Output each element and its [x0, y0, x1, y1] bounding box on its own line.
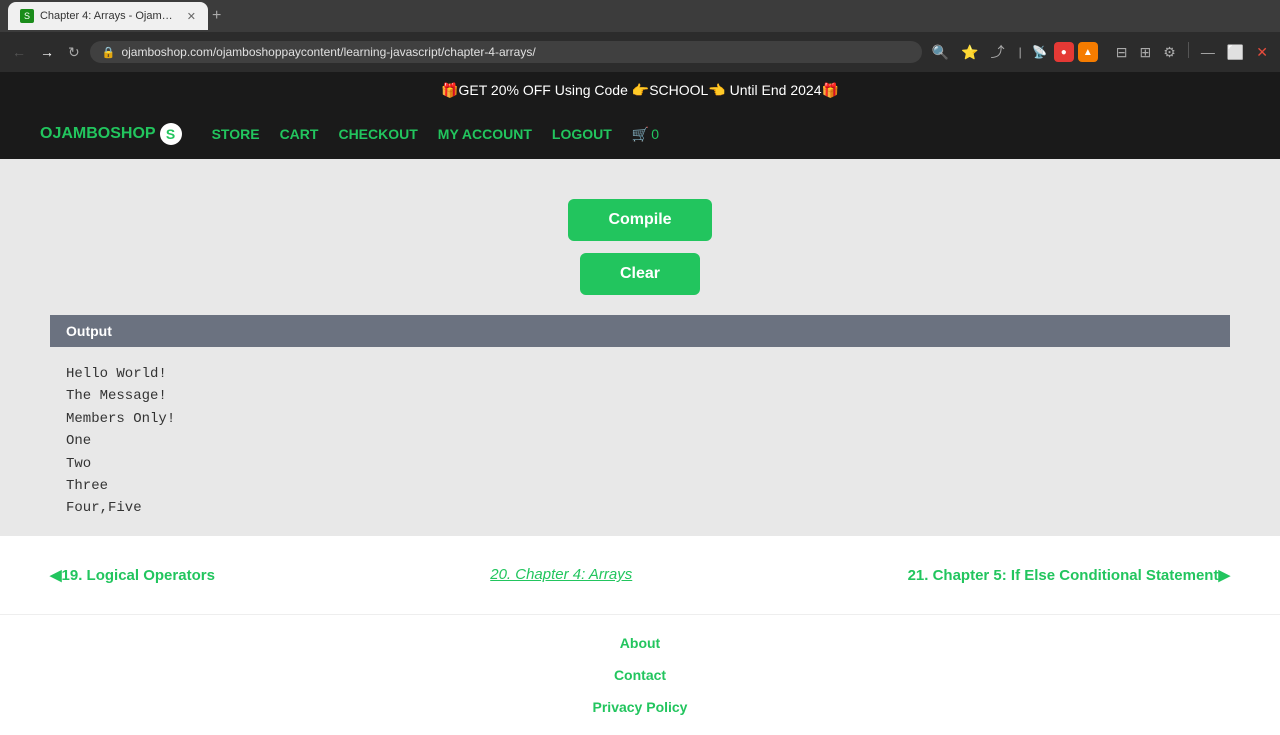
url-bar[interactable]: 🔒 ojamboshop.com/ojamboshoppaycontent/le… [90, 41, 922, 63]
footer-privacy[interactable]: Privacy Policy [593, 699, 688, 715]
current-chapter-link[interactable]: 20. Chapter 4: Arrays [490, 566, 632, 583]
output-body: Hello World! The Message! Members Only! … [50, 347, 1230, 536]
settings-btn[interactable]: ⚙ [1159, 42, 1180, 63]
address-bar: ← → ↻ 🔒 ojamboshop.com/ojamboshoppaycont… [0, 32, 1280, 72]
browser-actions: 🔍 ⭐ ⤴ [928, 40, 1009, 64]
output-line-1: Hello World! [66, 363, 1214, 385]
output-line-4: One [66, 430, 1214, 452]
footer: About Contact Privacy Policy [0, 614, 1280, 735]
maximize-btn[interactable]: ⬜ [1223, 42, 1248, 63]
new-tab-button[interactable]: + [212, 8, 221, 24]
lock-icon: 🔒 [102, 46, 116, 59]
prev-chapter-link[interactable]: ◀19. Logical Operators [50, 566, 215, 584]
url-text: ojamboshop.com/ojamboshoppaycontent/lear… [121, 45, 535, 59]
nav-links: STORE CART CHECKOUT MY ACCOUNT LOGOUT [212, 126, 612, 142]
nav-logo-text: OJAMBOSHOP [40, 125, 156, 143]
clear-button[interactable]: Clear [580, 253, 700, 295]
close-btn[interactable]: ✕ [1252, 42, 1272, 63]
promo-bar: 🎁GET 20% OFF Using Code 👉SCHOOL👈 Until E… [0, 72, 1280, 109]
cart-icon: 🛒 [632, 126, 649, 143]
browser-chrome: S Chapter 4: Arrays - Ojamb... ✕ + ← → ↻… [0, 0, 1280, 72]
vertical-sep [1188, 42, 1189, 58]
nav-store[interactable]: STORE [212, 126, 260, 142]
bookmark-button[interactable]: ⭐ [957, 42, 982, 63]
ext-orange-button[interactable]: ▲ [1078, 42, 1098, 62]
chapter-navigation: ◀19. Logical Operators 20. Chapter 4: Ar… [0, 536, 1280, 614]
compile-button[interactable]: Compile [568, 199, 711, 241]
forward-button[interactable]: → [36, 42, 58, 62]
output-line-2: The Message! [66, 385, 1214, 407]
nav-logo[interactable]: OJAMBOSHOP S [40, 123, 182, 145]
cart-icon-area[interactable]: 🛒 0 [632, 126, 659, 143]
output-line-3: Members Only! [66, 408, 1214, 430]
window-action-buttons: ⊟ ⊞ ⚙ — ⬜ ✕ [1112, 42, 1272, 63]
output-line-7: Four,Five [66, 497, 1214, 519]
tab-title: Chapter 4: Arrays - Ojamb... [40, 10, 177, 22]
tab-favicon: S [20, 9, 34, 23]
button-area: Compile Clear [0, 179, 1280, 315]
zoom-button[interactable]: 🔍 [928, 42, 953, 63]
refresh-button[interactable]: ↻ [64, 42, 84, 63]
extensions-area: | 📡 ● ▲ [1015, 42, 1098, 62]
content-area: Compile Clear Output Hello World! The Me… [0, 159, 1280, 536]
nav-my-account[interactable]: MY ACCOUNT [438, 126, 532, 142]
nav-logout[interactable]: LOGOUT [552, 126, 612, 142]
footer-about[interactable]: About [620, 635, 660, 651]
ext-red-button[interactable]: ● [1054, 42, 1074, 62]
nav-checkout[interactable]: CHECKOUT [338, 126, 417, 142]
main-nav: OJAMBOSHOP S STORE CART CHECKOUT MY ACCO… [0, 109, 1280, 159]
nav-logo-icon: S [160, 123, 182, 145]
tab-close-btn[interactable]: ✕ [187, 10, 196, 23]
nav-cart[interactable]: CART [280, 126, 319, 142]
output-section: Output Hello World! The Message! Members… [50, 315, 1230, 536]
minimize-btn[interactable]: — [1197, 42, 1219, 63]
rss-icon[interactable]: 📡 [1030, 42, 1050, 62]
extensions-btn[interactable]: ⊞ [1136, 42, 1156, 63]
next-chapter-link[interactable]: 21. Chapter 5: If Else Conditional State… [908, 566, 1230, 584]
page-wrapper: 🎁GET 20% OFF Using Code 👉SCHOOL👈 Until E… [0, 72, 1280, 735]
separator: | [1019, 45, 1022, 59]
output-line-6: Three [66, 475, 1214, 497]
footer-contact[interactable]: Contact [614, 667, 666, 683]
share-button[interactable]: ⤴ [987, 40, 1009, 64]
tab-bar: S Chapter 4: Arrays - Ojamb... ✕ + [0, 0, 1280, 32]
cart-count: 0 [651, 126, 659, 142]
sidebar-btn[interactable]: ⊟ [1112, 42, 1132, 63]
active-tab[interactable]: S Chapter 4: Arrays - Ojamb... ✕ [8, 2, 208, 30]
output-line-5: Two [66, 453, 1214, 475]
back-button[interactable]: ← [8, 42, 30, 62]
output-header: Output [50, 315, 1230, 347]
promo-text: 🎁GET 20% OFF Using Code 👉SCHOOL👈 Until E… [441, 82, 839, 98]
